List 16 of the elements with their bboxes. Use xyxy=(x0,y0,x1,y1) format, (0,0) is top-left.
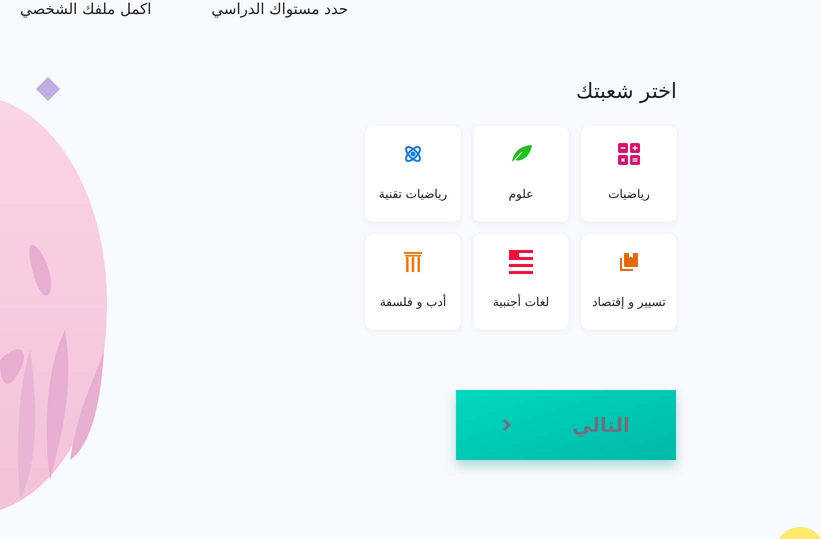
branch-card[interactable]: علوم xyxy=(473,126,569,222)
atom-icon xyxy=(403,144,423,164)
pillar-icon xyxy=(404,252,422,272)
book-icon xyxy=(619,252,639,272)
flag-icon xyxy=(509,250,533,274)
step-link[interactable]: حدد مستواك الدراسي xyxy=(211,0,348,18)
leaf-icon xyxy=(510,144,532,164)
calculator-icon xyxy=(618,143,640,165)
section-title: اختر شعبتك xyxy=(575,79,677,106)
branch-card[interactable]: رياضيات تقنية xyxy=(365,126,461,222)
chevron-right-icon xyxy=(502,418,512,432)
branch-card[interactable]: لغات أجنبية xyxy=(473,234,569,330)
branch-card[interactable]: تسيير و إقتصاد xyxy=(581,234,677,330)
step-link[interactable]: اكمل ملفك الشخصي xyxy=(20,0,152,18)
branch-card[interactable]: أدب و فلسفة xyxy=(365,234,461,330)
branch-card[interactable]: رياضيات xyxy=(581,126,677,222)
